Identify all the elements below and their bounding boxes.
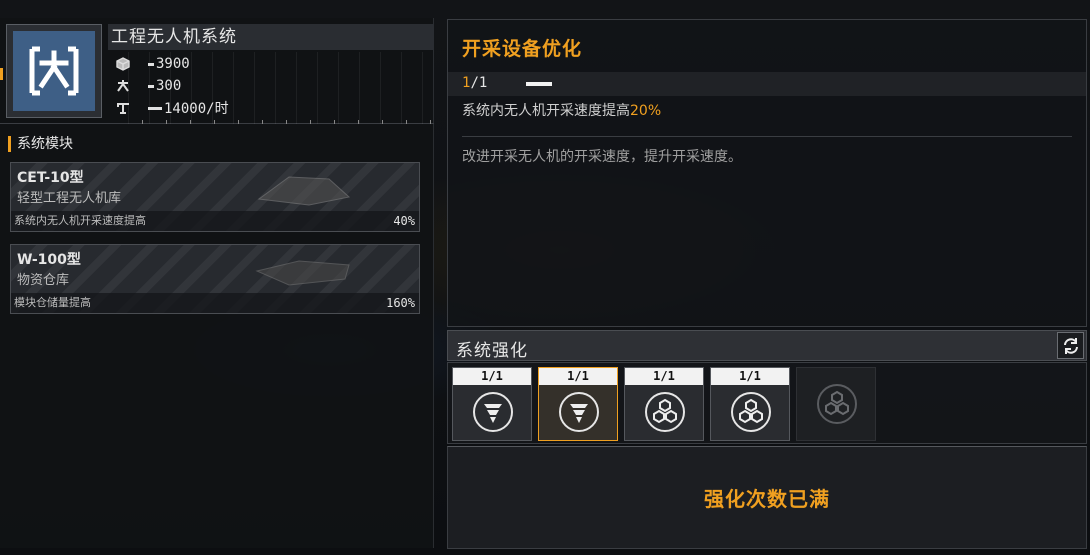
level-progress: [526, 82, 552, 86]
slot-count: 1/1: [539, 368, 617, 385]
system-stats: 3900 300 14000/时: [108, 52, 434, 124]
stat-drones: 300: [114, 76, 181, 96]
enhance-slot-3[interactable]: 1/1: [624, 367, 704, 441]
stat-capacity: 3900: [114, 54, 190, 74]
divider: [462, 136, 1072, 137]
stat-marker: [148, 62, 154, 66]
stat-ruler: [142, 120, 432, 124]
stat-marker: [148, 106, 162, 110]
module-desc: 模块仓储量提高: [11, 293, 419, 313]
module-subtitle: 物资仓库: [17, 273, 70, 288]
stat-mining-rate-value: 14000/时: [164, 101, 229, 117]
stat-drones-value: 300: [156, 78, 182, 94]
effect-text: 系统内无人机开采速度提高: [462, 103, 630, 119]
drill-icon: [559, 392, 599, 432]
cube-icon: [114, 55, 132, 73]
hex-cluster-icon: [817, 384, 857, 424]
hex-cluster-icon: [645, 392, 685, 432]
effect-value: 20%: [630, 103, 662, 119]
refresh-icon: [1063, 337, 1078, 354]
module-bonus: 40%: [393, 214, 415, 228]
system-title: 工程无人机系统: [108, 24, 434, 50]
stat-mining-rate: 14000/时: [114, 98, 229, 118]
enhance-slots: 1/1 1/1 1/1 1/1: [447, 362, 1087, 444]
slot-count: 1/1: [453, 368, 531, 385]
level-bar: 1/1: [448, 72, 1086, 96]
refresh-button[interactable]: [1057, 332, 1084, 359]
enhance-slot-5-locked[interactable]: [796, 367, 876, 441]
enhance-slot-4[interactable]: 1/1: [710, 367, 790, 441]
module-name: CET-10型: [17, 170, 84, 186]
system-icon-frame[interactable]: [6, 24, 102, 118]
upgrade-detail-panel: 开采设备优化 1/1 系统内无人机开采速度提高20% 改进开采无人机的开采速度，…: [447, 19, 1087, 327]
stat-capacity-value: 3900: [156, 56, 190, 72]
module-bonus: 160%: [386, 296, 415, 310]
module-subtitle: 轻型工程无人机库: [17, 191, 122, 206]
level-text: 1/1: [462, 75, 487, 91]
modules-heading: 系统模块: [8, 136, 73, 152]
module-desc: 系统内无人机开采速度提高: [11, 211, 419, 231]
hex-cluster-icon: [731, 392, 771, 432]
enhance-max-status: 强化次数已满: [704, 487, 830, 511]
upgrade-description: 改进开采无人机的开采速度，提升开采速度。: [462, 149, 742, 165]
module-name: W-100型: [17, 252, 81, 268]
drone-hangar-image: [257, 176, 351, 206]
enhance-slot-1[interactable]: 1/1: [452, 367, 532, 441]
stat-marker: [148, 84, 154, 88]
enhance-slot-2[interactable]: 1/1: [538, 367, 618, 441]
upgrade-title: 开采设备优化: [462, 38, 583, 60]
module-card-cet10[interactable]: CET-10型 轻型工程无人机库 系统内无人机开采速度提高 40%: [10, 162, 420, 232]
slot-count: 1/1: [711, 368, 789, 385]
module-card-w100[interactable]: W-100型 物资仓库 模块仓储量提高 160%: [10, 244, 420, 314]
enhance-title: 系统强化: [456, 341, 528, 361]
system-panel: 工程无人机系统 3900 300 14000/时 系统模块 CET-10型 轻型…: [0, 18, 434, 548]
mining-rate-icon: [114, 99, 132, 117]
engineering-drone-icon: [13, 31, 95, 111]
system-header: 工程无人机系统 3900 300 14000/时: [0, 18, 434, 124]
warehouse-image: [255, 260, 350, 286]
enhance-header: 系统强化: [447, 330, 1087, 361]
enhance-status-panel: 强化次数已满: [447, 446, 1087, 549]
effect-line: 系统内无人机开采速度提高20%: [462, 100, 661, 120]
slot-count: 1/1: [625, 368, 703, 385]
drill-icon: [473, 392, 513, 432]
level-max: /1: [470, 75, 488, 91]
drone-icon: [114, 77, 132, 95]
accent-bar: [0, 68, 3, 80]
